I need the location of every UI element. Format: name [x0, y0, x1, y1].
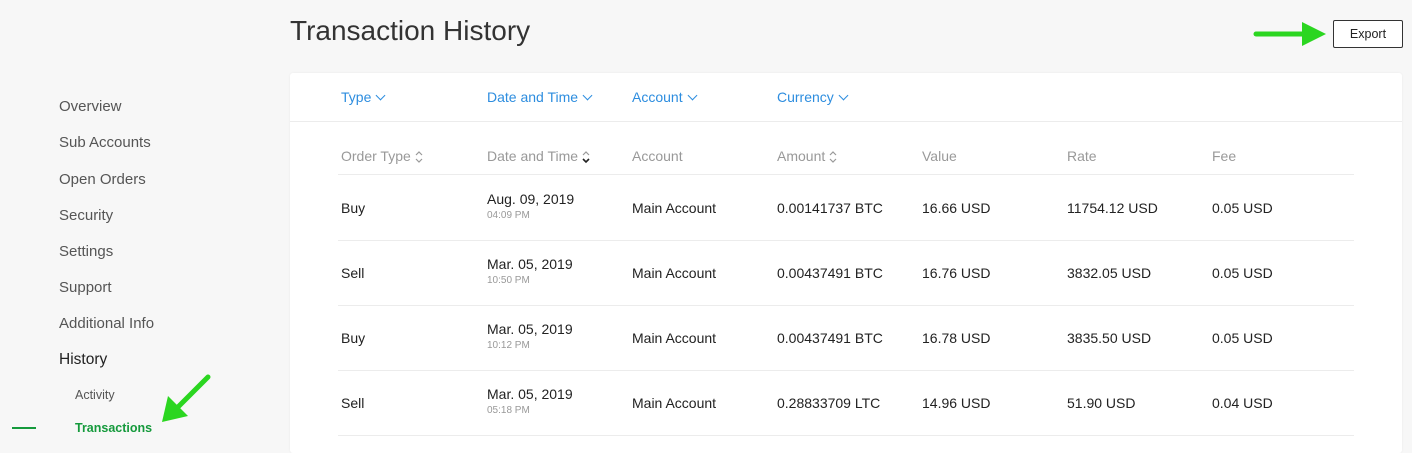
chevron-down-icon — [687, 90, 698, 101]
table-row[interactable]: Sell Mar. 05, 2019 05:18 PM Main Account… — [338, 370, 1354, 436]
column-header-date-time-label: Date and Time — [487, 148, 579, 164]
sidebar-item-open-orders[interactable]: Open Orders — [59, 171, 146, 188]
sidebar-item-security[interactable]: Security — [59, 207, 113, 224]
column-header-account: Account — [632, 148, 683, 164]
sort-icon — [829, 151, 837, 164]
cell-rate: 51.90 USD — [1067, 395, 1136, 411]
cell-rate: 3835.50 USD — [1067, 330, 1152, 346]
sidebar-item-history[interactable]: History — [59, 351, 107, 369]
cell-amount: 0.00437491 BTC — [777, 265, 883, 281]
cell-value: 16.76 USD — [922, 265, 991, 281]
sidebar-item-additional-info[interactable]: Additional Info — [59, 315, 154, 332]
cell-amount: 0.00437491 BTC — [777, 330, 883, 346]
column-header-date-time[interactable]: Date and Time — [487, 148, 590, 164]
cell-date: Aug. 09, 2019 — [487, 191, 575, 207]
column-header-amount[interactable]: Amount — [777, 148, 837, 164]
cell-time: 10:12 PM — [487, 340, 530, 351]
sidebar-item-settings[interactable]: Settings — [59, 243, 113, 260]
active-item-indicator — [12, 427, 36, 429]
cell-account: Main Account — [632, 265, 717, 281]
cell-amount: 0.28833709 LTC — [777, 395, 881, 411]
cell-value: 14.96 USD — [922, 395, 991, 411]
page-title: Transaction History — [290, 15, 531, 46]
column-header-amount-label: Amount — [777, 148, 826, 164]
filter-date-time-label: Date and Time — [487, 89, 579, 105]
filter-currency-label: Currency — [777, 89, 834, 105]
sort-desc-icon — [582, 151, 590, 164]
filter-bar: Type Date and Time Account Currency — [290, 73, 1402, 122]
cell-rate: 3832.05 USD — [1067, 265, 1152, 281]
cell-time: 04:09 PM — [487, 210, 530, 221]
arrow-down-left-icon — [162, 374, 211, 422]
cell-fee: 0.04 USD — [1212, 395, 1273, 411]
column-header-value: Value — [922, 148, 957, 164]
cell-time: 10:50 PM — [487, 275, 530, 286]
filter-date-time[interactable]: Date and Time — [487, 89, 593, 105]
sidebar-item-support[interactable]: Support — [59, 279, 112, 296]
sidebar-subitem-activity[interactable]: Activity — [75, 388, 115, 402]
column-header-order-type[interactable]: Order Type — [341, 148, 423, 164]
column-header-order-type-label: Order Type — [341, 148, 411, 164]
table-row[interactable]: Buy Mar. 05, 2019 10:12 PM Main Account … — [338, 305, 1354, 371]
cell-account: Main Account — [632, 330, 717, 346]
cell-account: Main Account — [632, 200, 717, 216]
sidebar-item-sub-accounts[interactable]: Sub Accounts — [59, 134, 151, 151]
cell-date: Mar. 05, 2019 — [487, 256, 573, 272]
cell-rate: 11754.12 USD — [1067, 200, 1158, 216]
cell-order-type: Sell — [341, 395, 365, 411]
cell-fee: 0.05 USD — [1212, 330, 1273, 346]
chevron-down-icon — [838, 90, 849, 101]
sidebar-subitem-transactions[interactable]: Transactions — [75, 421, 152, 435]
chevron-down-icon — [375, 90, 386, 101]
column-header-rate: Rate — [1067, 148, 1097, 164]
filter-account[interactable]: Account — [632, 89, 698, 105]
cell-value: 16.66 USD — [922, 200, 991, 216]
cell-date: Mar. 05, 2019 — [487, 386, 573, 402]
filter-account-label: Account — [632, 89, 683, 105]
filter-currency[interactable]: Currency — [777, 89, 849, 105]
arrow-right-icon — [1253, 22, 1326, 46]
sidebar: Overview Sub Accounts Open Orders Securi… — [0, 0, 270, 441]
filter-type-label: Type — [341, 89, 372, 105]
cell-date: Mar. 05, 2019 — [487, 321, 573, 337]
cell-account: Main Account — [632, 395, 717, 411]
table-row[interactable]: Buy Aug. 09, 2019 04:09 PM Main Account … — [338, 175, 1354, 241]
column-header-fee: Fee — [1212, 148, 1237, 164]
sidebar-item-overview[interactable]: Overview — [59, 98, 122, 115]
cell-order-type: Buy — [341, 330, 366, 346]
cell-fee: 0.05 USD — [1212, 265, 1273, 281]
cell-fee: 0.05 USD — [1212, 200, 1273, 216]
cell-order-type: Sell — [341, 265, 365, 281]
chevron-down-icon — [582, 90, 593, 101]
cell-value: 16.78 USD — [922, 330, 991, 346]
filter-type[interactable]: Type — [341, 89, 386, 105]
table-row[interactable]: Sell Mar. 05, 2019 10:50 PM Main Account… — [338, 240, 1354, 306]
cell-order-type: Buy — [341, 200, 366, 216]
transactions-card: Type Date and Time Account Currency Orde… — [290, 73, 1402, 453]
sort-icon — [415, 151, 423, 164]
cell-amount: 0.00141737 BTC — [777, 200, 883, 216]
export-button[interactable]: Export — [1333, 20, 1403, 48]
cell-time: 05:18 PM — [487, 405, 530, 416]
